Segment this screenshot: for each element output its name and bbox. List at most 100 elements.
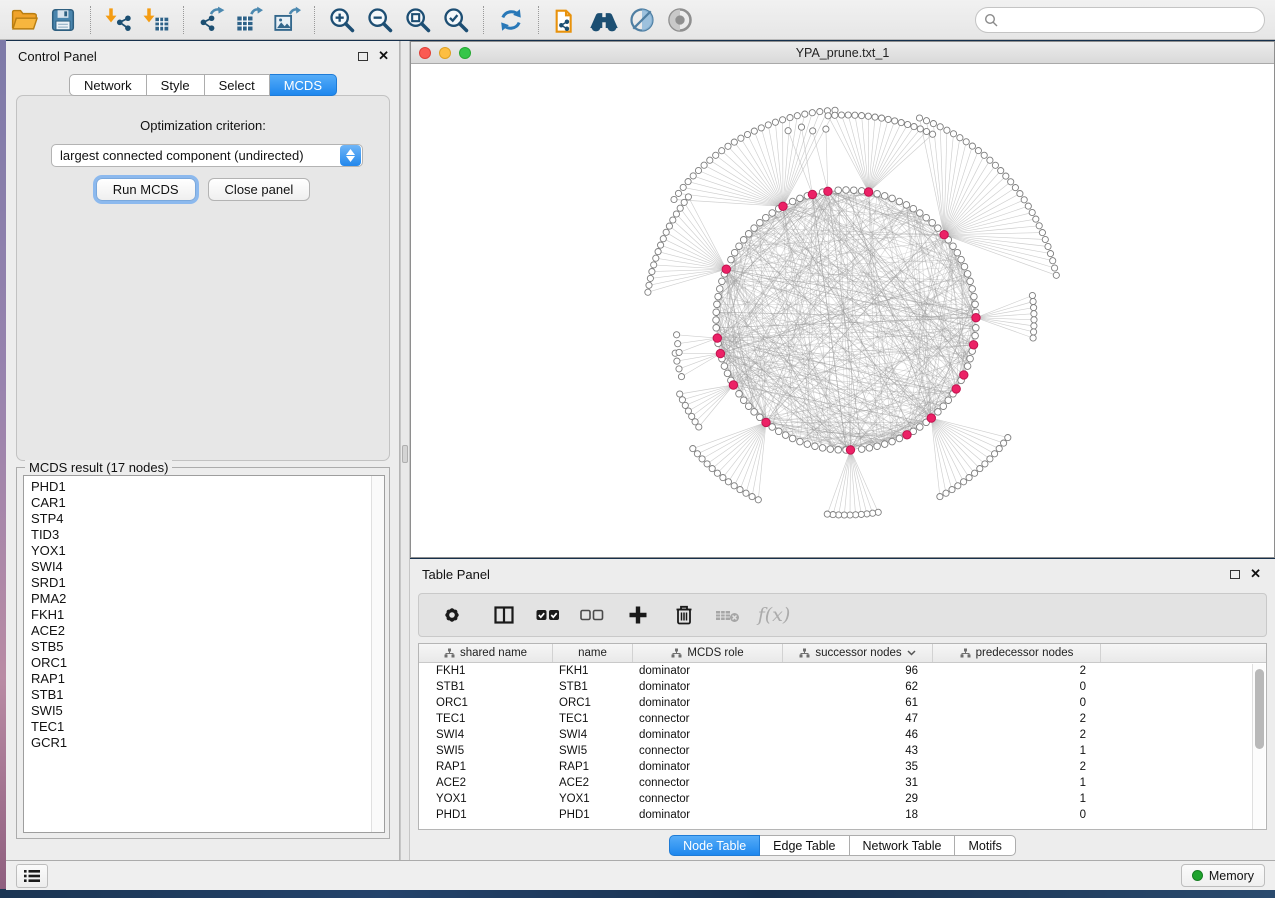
memory-button[interactable]: Memory bbox=[1181, 864, 1265, 887]
leaf-node[interactable] bbox=[992, 162, 998, 168]
leaf-node[interactable] bbox=[802, 111, 808, 117]
leaf-node[interactable] bbox=[673, 211, 679, 217]
tab-node-table[interactable]: Node Table bbox=[669, 835, 760, 856]
leaf-node[interactable] bbox=[675, 190, 681, 196]
leaf-node[interactable] bbox=[695, 167, 701, 173]
leaf-node[interactable] bbox=[982, 461, 988, 467]
cell-successor-nodes[interactable]: 61 bbox=[783, 697, 933, 709]
tab-network-table[interactable]: Network Table bbox=[850, 835, 956, 856]
cell-name[interactable]: SWI5 bbox=[553, 745, 633, 757]
leaf-node[interactable] bbox=[1017, 191, 1023, 197]
leaf-node[interactable] bbox=[825, 113, 831, 119]
export-table-button[interactable] bbox=[230, 3, 268, 37]
leaf-node[interactable] bbox=[787, 115, 793, 121]
leaf-node[interactable] bbox=[987, 157, 993, 163]
result-node[interactable]: STB1 bbox=[31, 687, 371, 703]
cell-MCDS-role[interactable]: connector bbox=[633, 793, 783, 805]
network-node[interactable] bbox=[923, 214, 930, 221]
network-node[interactable] bbox=[889, 438, 896, 445]
float-panel-icon[interactable] bbox=[358, 52, 368, 61]
column-header-successor-nodes[interactable]: successor nodes bbox=[783, 644, 933, 662]
cell-name[interactable]: PHD1 bbox=[553, 809, 633, 821]
leaf-node[interactable] bbox=[1029, 292, 1035, 298]
network-node[interactable] bbox=[812, 443, 819, 450]
table-row[interactable]: ACE2ACE2connector311 bbox=[419, 775, 1266, 791]
network-node[interactable] bbox=[950, 243, 957, 250]
leaf-node[interactable] bbox=[937, 124, 943, 130]
leaf-node[interactable] bbox=[859, 113, 865, 119]
leaf-node[interactable] bbox=[1045, 243, 1051, 249]
close-panel-button[interactable]: Close panel bbox=[208, 178, 311, 201]
network-node[interactable] bbox=[964, 363, 971, 370]
cell-predecessor-nodes[interactable]: 0 bbox=[933, 681, 1101, 693]
leaf-node[interactable] bbox=[1047, 251, 1053, 257]
cell-successor-nodes[interactable]: 47 bbox=[783, 713, 933, 725]
network-node[interactable] bbox=[896, 198, 903, 205]
leaf-node[interactable] bbox=[676, 349, 682, 355]
cell-name[interactable]: YOX1 bbox=[553, 793, 633, 805]
leaf-node[interactable] bbox=[1039, 230, 1045, 236]
leaf-node[interactable] bbox=[972, 470, 978, 476]
network-node[interactable] bbox=[973, 325, 980, 332]
result-node[interactable]: RAP1 bbox=[31, 671, 371, 687]
leaf-node[interactable] bbox=[675, 341, 681, 347]
network-node[interactable] bbox=[715, 293, 722, 300]
leaf-node[interactable] bbox=[957, 135, 963, 141]
cell-shared-name[interactable]: RAP1 bbox=[419, 761, 553, 773]
mcds-hub-node[interactable] bbox=[762, 418, 770, 426]
cell-successor-nodes[interactable]: 18 bbox=[783, 809, 933, 821]
network-node[interactable] bbox=[745, 403, 752, 410]
network-node[interactable] bbox=[763, 214, 770, 221]
leaf-node[interactable] bbox=[714, 470, 720, 476]
result-node[interactable]: YOX1 bbox=[31, 543, 371, 559]
network-node[interactable] bbox=[874, 191, 881, 198]
leaf-node[interactable] bbox=[685, 194, 691, 200]
cell-successor-nodes[interactable]: 43 bbox=[783, 745, 933, 757]
leaf-node[interactable] bbox=[649, 269, 655, 275]
leaf-node[interactable] bbox=[709, 466, 715, 472]
result-node[interactable]: SWI4 bbox=[31, 559, 371, 575]
leaf-node[interactable] bbox=[1001, 440, 1007, 446]
result-node[interactable]: CAR1 bbox=[31, 495, 371, 511]
leaf-node[interactable] bbox=[785, 128, 791, 134]
leaf-node[interactable] bbox=[751, 128, 757, 134]
cell-MCDS-role[interactable]: connector bbox=[633, 713, 783, 725]
zoom-fit-button[interactable] bbox=[399, 3, 437, 37]
birdseye-view-button[interactable] bbox=[661, 3, 699, 37]
create-column-button[interactable] bbox=[619, 598, 657, 632]
leaf-node[interactable] bbox=[725, 143, 731, 149]
network-node[interactable] bbox=[719, 278, 726, 285]
task-history-button[interactable] bbox=[16, 864, 48, 888]
cell-MCDS-role[interactable]: dominator bbox=[633, 681, 783, 693]
network-node[interactable] bbox=[819, 445, 826, 452]
result-node[interactable]: PMA2 bbox=[31, 591, 371, 607]
leaf-node[interactable] bbox=[955, 483, 961, 489]
leaf-node[interactable] bbox=[645, 289, 651, 295]
tab-mcds[interactable]: MCDS bbox=[270, 74, 337, 96]
network-node[interactable] bbox=[769, 210, 776, 217]
leaf-node[interactable] bbox=[1012, 185, 1018, 191]
network-node[interactable] bbox=[751, 225, 758, 232]
float-table-panel-icon[interactable] bbox=[1230, 570, 1240, 579]
leaf-node[interactable] bbox=[780, 117, 786, 123]
network-node[interactable] bbox=[917, 424, 924, 431]
tab-style[interactable]: Style bbox=[147, 74, 205, 96]
cell-successor-nodes[interactable]: 96 bbox=[783, 665, 933, 677]
network-node[interactable] bbox=[972, 301, 979, 308]
leaf-node[interactable] bbox=[845, 112, 851, 118]
panel-splitter[interactable] bbox=[400, 41, 410, 860]
cell-MCDS-role[interactable]: dominator bbox=[633, 809, 783, 821]
leaf-node[interactable] bbox=[824, 511, 830, 517]
leaf-node[interactable] bbox=[699, 456, 705, 462]
leaf-node[interactable] bbox=[865, 113, 871, 119]
function-builder-button[interactable]: f(x) bbox=[755, 598, 793, 632]
leaf-node[interactable] bbox=[725, 479, 731, 485]
network-node[interactable] bbox=[971, 293, 978, 300]
leaf-node[interactable] bbox=[898, 120, 904, 126]
cell-predecessor-nodes[interactable]: 1 bbox=[933, 793, 1101, 805]
leaf-node[interactable] bbox=[872, 114, 878, 120]
graphics-details-button[interactable] bbox=[623, 3, 661, 37]
network-node[interactable] bbox=[724, 370, 731, 377]
cell-predecessor-nodes[interactable]: 1 bbox=[933, 745, 1101, 757]
network-node[interactable] bbox=[866, 445, 873, 452]
